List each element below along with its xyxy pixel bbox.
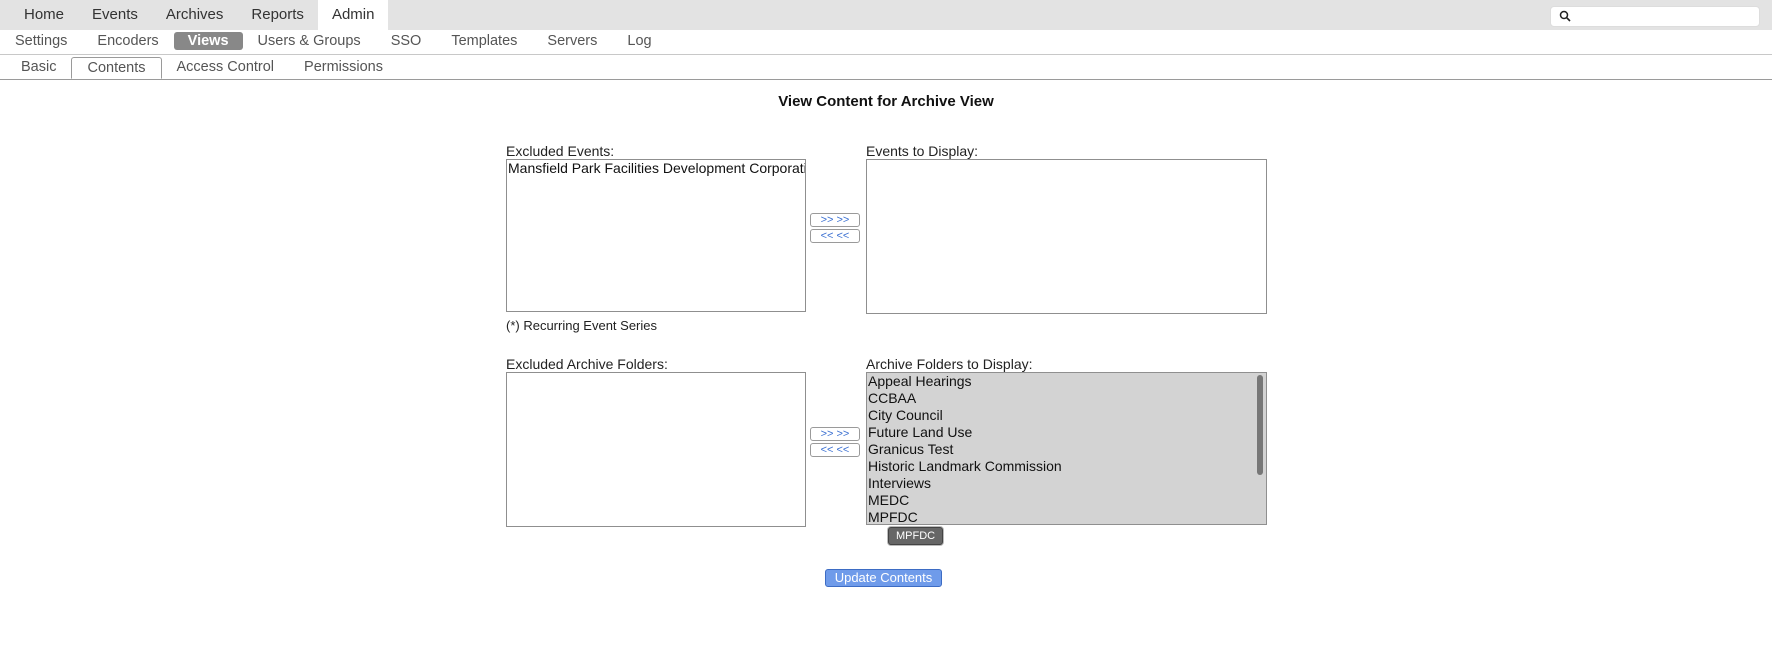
display-folder-option[interactable]: MPFDC [867, 509, 1266, 524]
excluded-folders-list[interactable] [506, 372, 806, 527]
subnav-settings[interactable]: Settings [0, 32, 82, 50]
subnav-templates[interactable]: Templates [436, 32, 532, 50]
add-folders-button[interactable]: >> >> [810, 427, 860, 441]
tab-basic[interactable]: Basic [6, 57, 71, 77]
subnav-servers[interactable]: Servers [532, 32, 612, 50]
folders-to-display-label: Archive Folders to Display: [866, 356, 1033, 372]
excluded-events-list[interactable]: Mansfield Park Facilities Development Co… [506, 159, 806, 312]
top-nav-bar: Home Events Archives Reports Admin [0, 0, 1772, 30]
add-events-button[interactable]: >> >> [810, 213, 860, 227]
top-nav-events[interactable]: Events [78, 0, 152, 30]
remove-folders-button[interactable]: << << [810, 443, 860, 457]
display-folder-option[interactable]: Interviews [867, 475, 1266, 492]
subnav-users-groups[interactable]: Users & Groups [243, 32, 376, 50]
subnav-views[interactable]: Views [173, 32, 243, 50]
display-folder-option[interactable]: Historic Landmark Commission [867, 458, 1266, 475]
subnav-encoders[interactable]: Encoders [82, 32, 173, 50]
display-folder-option[interactable]: City Council [867, 407, 1266, 424]
excluded-folders-label: Excluded Archive Folders: [506, 356, 668, 372]
search-icon [1559, 10, 1571, 22]
folder-tooltip: MPFDC [888, 527, 944, 545]
top-nav-reports[interactable]: Reports [237, 0, 318, 30]
search-box [1550, 6, 1760, 27]
admin-sub-nav: Settings Encoders Views Users & Groups S… [0, 30, 1772, 55]
display-folder-option[interactable]: MEDC [867, 492, 1266, 509]
excluded-events-label: Excluded Events: [506, 143, 615, 159]
display-folder-option[interactable]: Appeal Hearings [867, 373, 1266, 390]
folders-to-display-list[interactable]: Appeal Hearings CCBAA City Council Future L… [866, 372, 1267, 525]
tab-permissions[interactable]: Permissions [289, 57, 398, 77]
search-input[interactable] [1575, 8, 1757, 25]
top-nav-home[interactable]: Home [10, 0, 78, 30]
display-folder-option[interactable]: Granicus Test [867, 441, 1266, 458]
view-tabs: Basic Contents Access Control Permission… [0, 55, 1772, 80]
remove-events-button[interactable]: << << [810, 229, 860, 243]
top-nav-admin[interactable]: Admin [317, 0, 389, 30]
excluded-event-option[interactable]: Mansfield Park Facilities Development Co… [507, 160, 805, 177]
tab-contents[interactable]: Contents [71, 57, 162, 79]
page-title: View Content for Archive View [778, 93, 994, 110]
subnav-sso[interactable]: SSO [376, 32, 437, 50]
top-nav: Home Events Archives Reports Admin [10, 0, 389, 30]
subnav-log[interactable]: Log [612, 32, 666, 50]
folders-list-scrollbar[interactable] [1257, 375, 1263, 475]
events-to-display-list[interactable] [866, 159, 1267, 314]
events-to-display-label: Events to Display: [866, 143, 979, 159]
update-contents-button[interactable]: Update Contents [825, 569, 942, 587]
tab-access-control[interactable]: Access Control [162, 57, 290, 77]
display-folder-option[interactable]: CCBAA [867, 390, 1266, 407]
display-folder-option[interactable]: Future Land Use [867, 424, 1266, 441]
recurring-footnote: (*) Recurring Event Series [506, 318, 657, 333]
top-nav-archives[interactable]: Archives [152, 0, 238, 30]
